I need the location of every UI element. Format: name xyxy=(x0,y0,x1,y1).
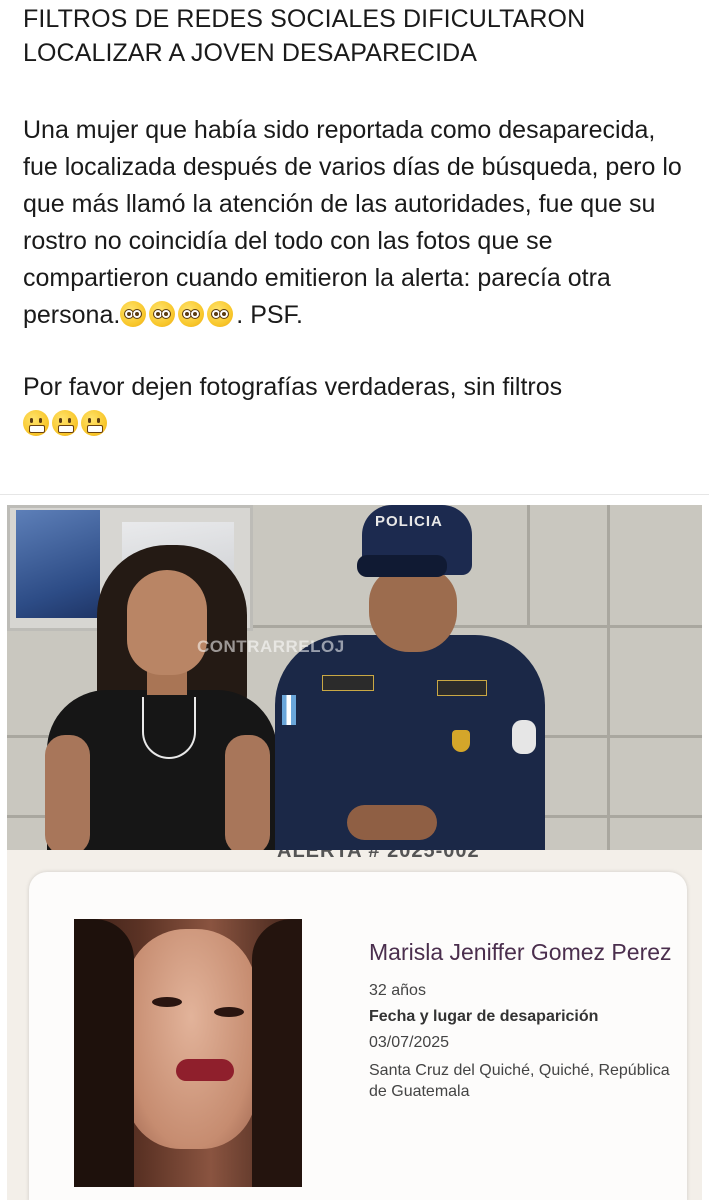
headline-line-1: FILTROS DE REDES SOCIALES DIFICULTARON xyxy=(23,5,586,33)
paragraph-2-text: Por favor dejen fotografías verdaderas, … xyxy=(23,373,563,401)
post-headline: FILTROS DE REDES SOCIALES DIFICULTARON L… xyxy=(23,2,693,70)
window-pane xyxy=(16,510,100,618)
portrait-eye xyxy=(152,997,182,1007)
wall-line xyxy=(527,505,530,625)
portrait-lips xyxy=(176,1059,234,1081)
portrait-hair xyxy=(74,919,134,1187)
flushed-face-icon xyxy=(149,301,176,327)
portrait-hair xyxy=(252,919,302,1187)
cap-text: POLICIA xyxy=(375,513,443,530)
woman-face xyxy=(127,570,207,675)
shoulder-patch-icon xyxy=(512,720,536,754)
post-text: FILTROS DE REDES SOCIALES DIFICULTARON L… xyxy=(23,2,693,443)
post-paragraph-1: Una mujer que había sido reportada como … xyxy=(23,112,693,334)
alert-header: ALERTA # 2025-002 xyxy=(277,850,480,862)
officer-face xyxy=(369,567,457,652)
missing-person-photo xyxy=(74,919,302,1187)
headline-line-2: LOCALIZAR A JOVEN DESAPARECIDA xyxy=(23,39,478,67)
portrait-eye xyxy=(214,1007,244,1017)
flushed-face-icon xyxy=(120,301,147,327)
paragraph-1-suffix: . PSF. xyxy=(236,301,303,329)
portrait-face xyxy=(126,929,256,1149)
disappearance-date: 03/07/2025 xyxy=(369,1034,450,1051)
missing-person-info: Marisla Jeniffer Gomez Perez 32 años Fec… xyxy=(369,937,689,1102)
name-tag xyxy=(437,680,487,696)
alert-image[interactable]: ALERTA # 2025-002 Marisla Jeniffer Gomez… xyxy=(7,850,702,1200)
necklace xyxy=(142,697,196,759)
grimacing-face-icon xyxy=(81,410,107,436)
name-tag xyxy=(322,675,374,691)
wall-line xyxy=(607,505,610,850)
missing-person-name: Marisla Jeniffer Gomez Perez xyxy=(369,939,672,965)
post-photo[interactable]: POLICIA CONTRARRELOJ xyxy=(7,505,702,850)
cap-visor xyxy=(357,555,447,577)
alert-card: Marisla Jeniffer Gomez Perez 32 años Fec… xyxy=(29,872,687,1200)
flushed-face-icon xyxy=(207,301,234,327)
missing-person-age: 32 años xyxy=(369,982,426,999)
woman-arm xyxy=(45,735,90,850)
flushed-face-icon xyxy=(178,301,205,327)
watermark: CONTRARRELOJ xyxy=(197,637,345,656)
flag-patch-icon xyxy=(282,695,296,725)
disappearance-place: Santa Cruz del Quiché, Quiché, República… xyxy=(369,1062,670,1100)
paragraph-1-text: Una mujer que había sido reportada como … xyxy=(23,116,682,329)
grimacing-face-icon xyxy=(52,410,78,436)
grimacing-face-icon xyxy=(23,410,49,436)
divider xyxy=(0,494,709,495)
woman-arm xyxy=(225,735,270,850)
police-badge-icon xyxy=(452,730,470,752)
post-paragraph-2: Por favor dejen fotografías verdaderas, … xyxy=(23,369,693,443)
disappearance-label: Fecha y lugar de desaparición xyxy=(369,1008,599,1025)
officer-hands xyxy=(347,805,437,840)
